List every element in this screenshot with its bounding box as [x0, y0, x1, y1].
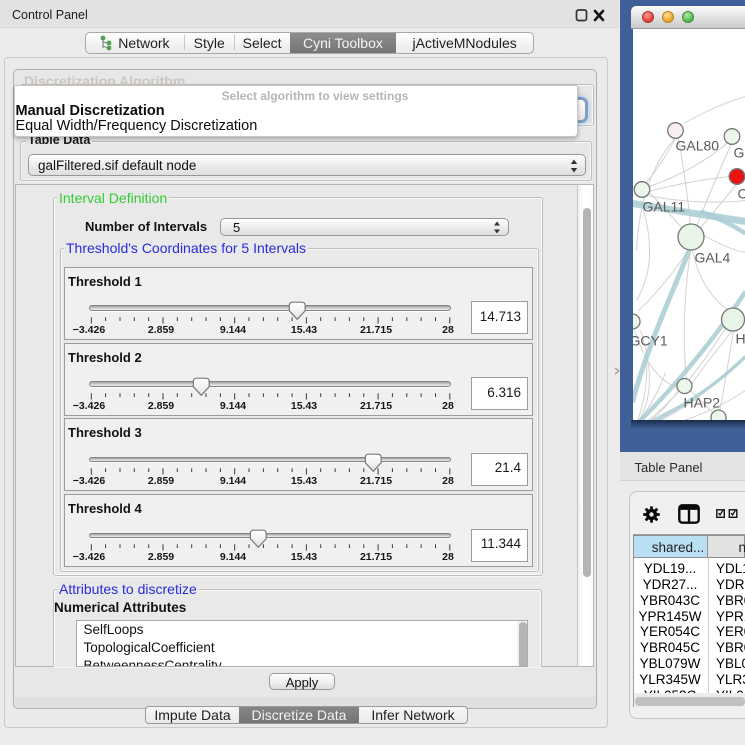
- svg-text:GCY1: GCY1: [633, 332, 668, 348]
- svg-text:GAL11: GAL11: [642, 198, 685, 214]
- svg-text:GAL4: GAL4: [694, 249, 730, 265]
- svg-text:G.: G.: [733, 144, 745, 160]
- svg-text:HAP2: HAP2: [683, 394, 720, 410]
- svg-text:H: H: [735, 330, 745, 346]
- svg-text:GAL80: GAL80: [675, 137, 719, 153]
- svg-text:C: C: [737, 185, 745, 201]
